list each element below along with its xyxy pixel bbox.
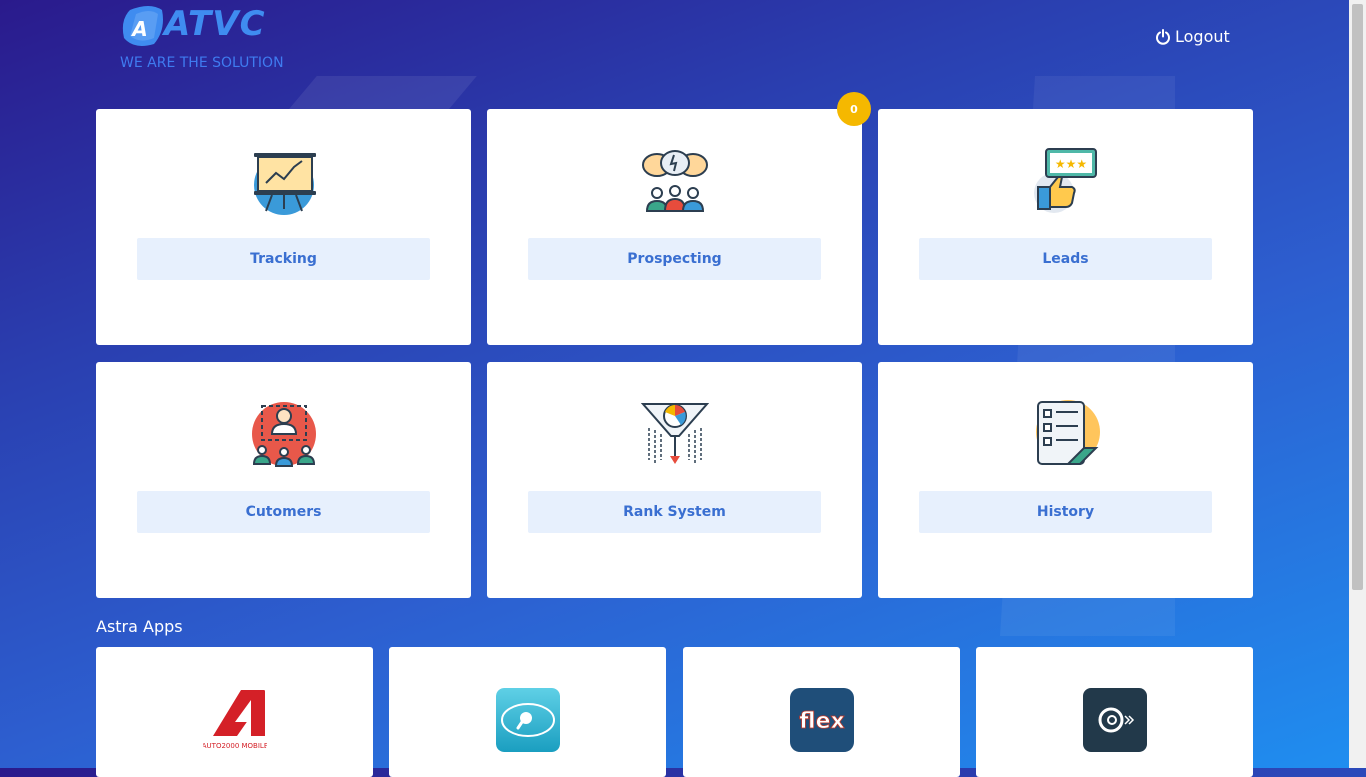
logout-button[interactable]: Logout	[1155, 27, 1230, 46]
tracking-button[interactable]: Tracking	[137, 238, 430, 280]
prospecting-card[interactable]: Prospecting	[487, 109, 862, 345]
svg-text:★★★: ★★★	[1055, 157, 1087, 171]
prospecting-notification-badge: 0	[837, 92, 871, 126]
customers-button[interactable]: Cutomers	[137, 491, 430, 533]
history-card[interactable]: History	[878, 362, 1253, 598]
leads-card[interactable]: ★★★ Leads	[878, 109, 1253, 345]
teal-app-icon	[496, 688, 560, 752]
checklist-icon	[1036, 400, 1100, 465]
app-card-4[interactable]	[976, 647, 1253, 777]
funnel-filter-icon	[641, 403, 709, 464]
dark-app-icon	[1083, 688, 1147, 752]
svg-text:AUTO2000 MOBILE: AUTO2000 MOBILE	[203, 742, 267, 750]
flex-logo-icon: flex	[790, 688, 854, 752]
leads-button[interactable]: Leads	[919, 238, 1212, 280]
scrollbar-thumb[interactable]	[1352, 4, 1363, 590]
logo-text: ATVC	[164, 4, 266, 44]
customers-card[interactable]: Cutomers	[96, 362, 471, 598]
flex-app-card[interactable]: flex	[683, 647, 960, 777]
svg-text:A: A	[130, 17, 147, 41]
thumbs-up-rating-icon: ★★★	[1034, 148, 1097, 213]
rank-system-button[interactable]: Rank System	[528, 491, 821, 533]
tagline: WE ARE THE SOLUTION	[120, 55, 284, 71]
presentation-chart-icon	[254, 153, 316, 215]
logout-label: Logout	[1175, 27, 1230, 46]
logo-mark-icon: A	[122, 6, 163, 46]
history-button[interactable]: History	[919, 491, 1212, 533]
scrollbar[interactable]	[1349, 0, 1366, 768]
team-discussion-icon	[642, 150, 708, 212]
tracking-card[interactable]: Tracking	[96, 109, 471, 345]
astra-apps-title: Astra Apps	[96, 617, 183, 636]
svg-text:flex: flex	[799, 709, 844, 734]
rank-system-card[interactable]: Rank System	[487, 362, 862, 598]
app-card-2[interactable]	[389, 647, 666, 777]
auto2000-app-card[interactable]: AUTO2000 MOBILE	[96, 647, 373, 777]
power-icon	[1156, 28, 1170, 45]
auto2000-logo-icon: AUTO2000 MOBILE	[203, 690, 267, 750]
prospecting-button[interactable]: Prospecting	[528, 238, 821, 280]
customer-network-icon	[252, 402, 316, 467]
